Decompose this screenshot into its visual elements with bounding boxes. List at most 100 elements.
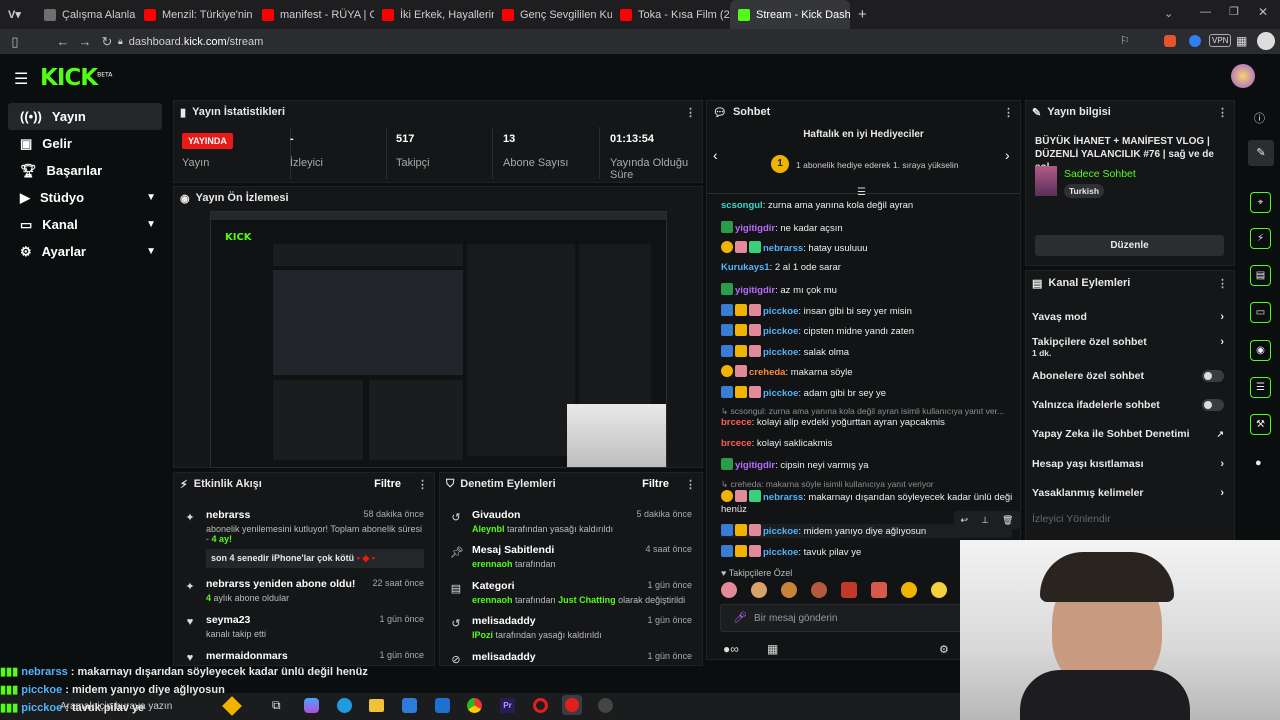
browser-menu-icon[interactable]: V▾ xyxy=(0,0,36,29)
tab-youtube-4[interactable]: Genç Sevgililen Kumazca xyxy=(494,0,612,29)
hamburger-menu-icon[interactable]: ☰ xyxy=(14,69,28,89)
chat-settings-icon[interactable]: ⚙ xyxy=(939,643,949,656)
forward-icon[interactable]: → xyxy=(74,34,96,49)
community-icon[interactable]: ● xyxy=(1255,457,1262,469)
more-options-icon[interactable]: ⋮ xyxy=(685,478,696,491)
sidebar-toggle-icon[interactable]: ▯ xyxy=(4,34,26,50)
more-options-icon[interactable]: ⋮ xyxy=(1003,106,1014,119)
moderation-item: 📌︎ Mesaj Sabitlendi 4 saat önce erennaoh… xyxy=(450,544,692,569)
action-account-age[interactable]: Hesap yaşı kısıtlaması › xyxy=(1032,458,1224,470)
extension-icon[interactable] xyxy=(1164,35,1176,47)
live-badge: YAYINDA xyxy=(182,133,233,149)
action-ai-moderation[interactable]: Yapay Zeka ile Sohbet Denetimi ↗ xyxy=(1032,428,1224,440)
lightning-icon[interactable]: ⚡︎ xyxy=(1250,228,1271,249)
emote[interactable] xyxy=(901,582,917,598)
chat-input[interactable]: 🎤︎ Bir mesaj gönderin xyxy=(720,604,973,632)
vpn-icon[interactable]: VPN xyxy=(1209,34,1232,47)
bolt-icon: ⚡︎ xyxy=(180,478,188,491)
sidebar-item-studyo[interactable]: ▶ Stüdyo ▼ xyxy=(8,184,162,211)
user-avatar[interactable] xyxy=(1231,64,1255,88)
chat-message: yigitigdir: az mı çok mu xyxy=(721,283,1012,297)
wallet-icon[interactable]: ▦ xyxy=(1236,34,1247,48)
url-field[interactable]: 🔒︎ dashboard.kick.com/stream xyxy=(118,32,1138,51)
microphone-icon[interactable]: 🎤︎ xyxy=(733,611,747,624)
extension-icon[interactable] xyxy=(1189,35,1201,47)
bookmark-icon[interactable]: ⚐ xyxy=(1120,34,1130,47)
category-link[interactable]: Sadece Sohbet xyxy=(1064,168,1136,180)
panel-header: ✎ Yayın bilgisi ⋮ xyxy=(1026,101,1234,123)
emote[interactable] xyxy=(841,582,857,598)
sidebar-item-yayin[interactable]: ((•)) Yayın xyxy=(8,103,162,130)
sparkle-icon: ✦ xyxy=(185,581,195,593)
sidebar-item-gelir[interactable]: ▣ Gelir xyxy=(8,130,162,157)
layout-icon[interactable]: ☰ xyxy=(1250,377,1271,398)
store-icon[interactable]: ▦ xyxy=(767,642,778,656)
chevron-left-icon[interactable]: ‹ xyxy=(713,147,718,163)
chevron-right-icon: › xyxy=(1220,487,1224,499)
chat-message: brcece: kolayi alip evdeki yoğurttan ayr… xyxy=(721,417,945,428)
chevron-down-icon: ▼ xyxy=(146,219,156,230)
more-options-icon[interactable]: ⋮ xyxy=(1217,277,1228,290)
preview-webcam xyxy=(567,404,666,467)
minimize-icon[interactable]: — xyxy=(1200,6,1211,18)
sidebar-item-kanal[interactable]: ▭ Kanal ▼ xyxy=(8,211,162,238)
reload-icon[interactable]: ↻ xyxy=(96,34,118,50)
tab-youtube-5[interactable]: Toka - Kısa Film (2024) - Yo xyxy=(612,0,730,29)
obs-icon[interactable] xyxy=(598,698,613,713)
toggle-switch[interactable] xyxy=(1202,370,1224,382)
tab-kick-dashboard[interactable]: Stream - Kick Dashboard xyxy=(730,0,850,29)
target-icon[interactable]: ⌖ xyxy=(1250,192,1271,213)
new-tab-button[interactable]: + xyxy=(850,0,880,29)
wrench-icon[interactable]: ⚒ xyxy=(1250,414,1271,435)
sidebar-item-basarilar[interactable]: 🏆︎ Başarılar xyxy=(8,157,162,184)
tab-youtube-1[interactable]: Menzil: Türkiye'nin En Büyük xyxy=(136,0,254,29)
back-icon[interactable]: ← xyxy=(52,34,74,49)
chat-message: yigitigdir: ne kadar açsın xyxy=(721,221,1012,235)
filter-button[interactable]: Filtre xyxy=(642,478,669,490)
action-followers-only[interactable]: Takipçilere özel sohbet 1 dk. › xyxy=(1032,336,1224,358)
profile-avatar[interactable] xyxy=(1257,32,1275,50)
moderation-item: ↺ melisadaddy 1 gün önce lPozi tarafında… xyxy=(451,615,692,640)
info-icon[interactable]: ⓘ xyxy=(1254,110,1265,126)
document-icon[interactable]: ▤ xyxy=(1250,265,1271,286)
tab-search-icon[interactable]: ⌄ xyxy=(1164,7,1173,20)
emote[interactable] xyxy=(751,582,767,598)
filter-button[interactable]: Filtre xyxy=(374,478,401,490)
gifters-text: 1 abonelik hediye ederek 1. sıraya yükse… xyxy=(796,160,959,170)
more-options-icon[interactable]: ⋮ xyxy=(685,106,696,119)
delete-icon[interactable]: 🗑︎ xyxy=(1002,515,1013,526)
sidebar-item-ayarlar[interactable]: ⚙ Ayarlar ▼ xyxy=(8,238,162,265)
edit-button[interactable]: Düzenle xyxy=(1035,235,1224,256)
pin-icon[interactable]: ⊥ xyxy=(981,515,989,526)
toggle-switch[interactable] xyxy=(1202,399,1224,411)
chat-message: nebrarss: makarnayı dışarıdan söyleyecek… xyxy=(721,490,1012,504)
more-options-icon[interactable]: ⋮ xyxy=(1217,106,1228,119)
chevron-right-icon[interactable]: › xyxy=(1005,147,1010,163)
emote[interactable] xyxy=(721,582,737,598)
reply-icon[interactable]: ↩ xyxy=(961,515,969,526)
emote[interactable] xyxy=(871,582,887,598)
tab-youtube-2[interactable]: manifest - RÜYA | Official M xyxy=(254,0,374,29)
more-options-icon[interactable]: ⋮ xyxy=(417,478,428,491)
panel-header: ◉ Yayın Ön İzlemesi xyxy=(174,187,702,209)
maximize-icon[interactable]: ❐ xyxy=(1229,5,1239,18)
action-host[interactable]: İzleyici Yönlendir xyxy=(1032,513,1224,525)
tab-youtube-3[interactable]: İki Erkek, Hayallerinin Kadın xyxy=(374,0,494,29)
action-emotes-only[interactable]: Yalnızca ifadelerle sohbet xyxy=(1032,399,1224,411)
emote[interactable] xyxy=(781,582,797,598)
community-icon[interactable]: ●∞ xyxy=(723,642,739,656)
action-subscribers-only[interactable]: Abonelere özel sohbet xyxy=(1032,370,1224,382)
close-icon[interactable]: ✕ xyxy=(1258,5,1268,19)
emote[interactable] xyxy=(931,582,947,598)
app-header: ☰ xyxy=(0,54,1280,100)
edit-pencil-icon[interactable]: ✎ xyxy=(1248,140,1274,166)
stream-preview-video[interactable]: KICK xyxy=(210,211,667,468)
tab-workspaces[interactable]: Çalışma Alanları xyxy=(36,0,136,29)
emote[interactable] xyxy=(811,582,827,598)
chat-icon[interactable]: ▭ xyxy=(1250,302,1271,323)
action-slow-mode[interactable]: Yavaş mod › xyxy=(1032,311,1224,323)
action-banned-words[interactable]: Yasaklanmış kelimeler › xyxy=(1032,487,1224,499)
broadcast-icon[interactable]: ◉ xyxy=(1250,340,1271,361)
camera-icon: ▶ xyxy=(20,189,30,205)
kick-logo[interactable]: KICKBETA xyxy=(40,65,112,91)
